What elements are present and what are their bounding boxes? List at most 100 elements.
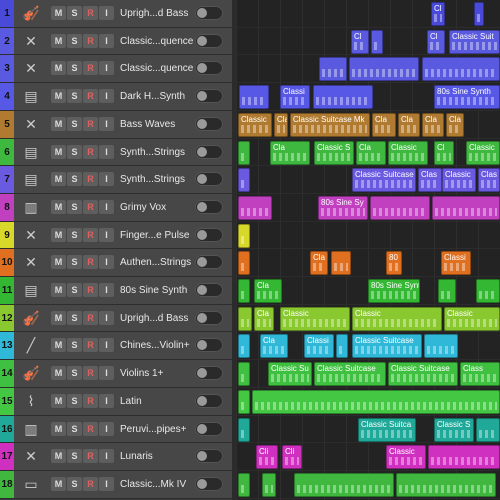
- record-enable-button[interactable]: R: [83, 477, 98, 491]
- track-on-off-toggle[interactable]: [195, 145, 223, 159]
- mute-button[interactable]: M: [51, 283, 66, 297]
- input-monitor-button[interactable]: I: [99, 6, 114, 20]
- midi-region[interactable]: [396, 473, 496, 497]
- midi-region[interactable]: Clas: [418, 168, 442, 192]
- midi-region[interactable]: Cla: [274, 113, 288, 137]
- track-header-row[interactable]: 1 🎻 M S R I Uprigh...d Bass: [0, 0, 232, 28]
- midi-region[interactable]: [238, 473, 250, 497]
- track-on-off-toggle[interactable]: [195, 228, 223, 242]
- midi-region[interactable]: [370, 196, 430, 220]
- track-on-off-toggle[interactable]: [195, 6, 223, 20]
- track-name[interactable]: Synth...Strings: [120, 166, 185, 193]
- midi-region[interactable]: [336, 334, 348, 358]
- mute-button[interactable]: M: [51, 449, 66, 463]
- midi-region[interactable]: Classic: [466, 141, 500, 165]
- solo-button[interactable]: S: [67, 117, 82, 131]
- midi-region[interactable]: Cli: [282, 445, 302, 469]
- midi-region[interactable]: [238, 196, 272, 220]
- record-enable-button[interactable]: R: [83, 283, 98, 297]
- midi-region[interactable]: [238, 251, 250, 275]
- track-header-row[interactable]: 18 ▭ M S R I Classic...Mk IV: [0, 471, 232, 499]
- solo-button[interactable]: S: [67, 422, 82, 436]
- record-enable-button[interactable]: R: [83, 61, 98, 75]
- mute-button[interactable]: M: [51, 200, 66, 214]
- midi-region[interactable]: [313, 85, 373, 109]
- midi-region[interactable]: Cl: [427, 30, 445, 54]
- midi-region[interactable]: Classic Suitca: [358, 418, 416, 442]
- midi-region[interactable]: Classic: [386, 445, 426, 469]
- midi-region[interactable]: [438, 279, 456, 303]
- solo-button[interactable]: S: [67, 449, 82, 463]
- midi-region[interactable]: [238, 168, 250, 192]
- track-name[interactable]: Latin: [120, 388, 142, 415]
- mute-button[interactable]: M: [51, 117, 66, 131]
- mute-button[interactable]: M: [51, 6, 66, 20]
- solo-button[interactable]: S: [67, 255, 82, 269]
- midi-region[interactable]: Classic S: [314, 141, 354, 165]
- record-enable-button[interactable]: R: [83, 422, 98, 436]
- midi-region[interactable]: [371, 30, 383, 54]
- record-enable-button[interactable]: R: [83, 172, 98, 186]
- track-name[interactable]: Finger...e Pulse: [120, 222, 189, 248]
- midi-region[interactable]: [262, 473, 276, 497]
- midi-region[interactable]: Classic Suitcase: [314, 362, 386, 386]
- track-on-off-toggle[interactable]: [195, 61, 223, 75]
- midi-region[interactable]: Classic: [280, 307, 350, 331]
- midi-region[interactable]: Cla: [356, 141, 386, 165]
- track-header-row[interactable]: 2 ✕ M S R I Classic...quence: [0, 28, 232, 55]
- solo-button[interactable]: S: [67, 283, 82, 297]
- mute-button[interactable]: M: [51, 338, 66, 352]
- track-header-row[interactable]: 12 🎻 M S R I Uprigh...d Bass: [0, 305, 232, 332]
- input-monitor-button[interactable]: I: [99, 394, 114, 408]
- midi-region[interactable]: Classi: [280, 85, 310, 109]
- midi-region[interactable]: Cli: [256, 445, 278, 469]
- solo-button[interactable]: S: [67, 200, 82, 214]
- midi-region[interactable]: [428, 445, 500, 469]
- track-name[interactable]: Lunaris: [120, 443, 153, 470]
- mute-button[interactable]: M: [51, 228, 66, 242]
- solo-button[interactable]: S: [67, 89, 82, 103]
- track-header-row[interactable]: 9 ✕ M S R I Finger...e Pulse: [0, 222, 232, 249]
- track-on-off-toggle[interactable]: [195, 366, 223, 380]
- solo-button[interactable]: S: [67, 172, 82, 186]
- midi-region[interactable]: [422, 57, 500, 81]
- midi-region[interactable]: [474, 2, 484, 26]
- midi-region[interactable]: [238, 279, 250, 303]
- arrange-area[interactable]: Cl Cl Cl Classic Suit Classi 80s Sine Synth Cl…: [236, 0, 500, 500]
- input-monitor-button[interactable]: I: [99, 422, 114, 436]
- midi-region[interactable]: [238, 390, 250, 414]
- track-on-off-toggle[interactable]: [195, 449, 223, 463]
- track-on-off-toggle[interactable]: [195, 255, 223, 269]
- track-header-row[interactable]: 11 ▤ M S R I 80s Sine Synth: [0, 277, 232, 305]
- mute-button[interactable]: M: [51, 34, 66, 48]
- track-on-off-toggle[interactable]: [195, 311, 223, 325]
- record-enable-button[interactable]: R: [83, 228, 98, 242]
- solo-button[interactable]: S: [67, 228, 82, 242]
- midi-region[interactable]: Classic Suitcase: [388, 362, 458, 386]
- track-on-off-toggle[interactable]: [195, 89, 223, 103]
- track-lane[interactable]: [236, 222, 500, 249]
- input-monitor-button[interactable]: I: [99, 449, 114, 463]
- midi-region[interactable]: Classic Suitcase: [352, 334, 422, 358]
- mute-button[interactable]: M: [51, 145, 66, 159]
- input-monitor-button[interactable]: I: [99, 200, 114, 214]
- track-name[interactable]: Uprigh...d Bass: [120, 0, 188, 27]
- record-enable-button[interactable]: R: [83, 394, 98, 408]
- midi-region[interactable]: Cla: [372, 113, 396, 137]
- record-enable-button[interactable]: R: [83, 117, 98, 131]
- midi-region[interactable]: Classic S: [434, 418, 474, 442]
- solo-button[interactable]: S: [67, 61, 82, 75]
- track-name[interactable]: Bass Waves: [120, 111, 175, 138]
- track-header-row[interactable]: 4 ▤ M S R I Dark H...Synth: [0, 83, 232, 111]
- midi-region[interactable]: Cl: [431, 2, 445, 26]
- track-name[interactable]: Classic...quence: [120, 55, 193, 82]
- midi-region[interactable]: Cla: [254, 279, 282, 303]
- record-enable-button[interactable]: R: [83, 255, 98, 269]
- midi-region[interactable]: Classi: [304, 334, 334, 358]
- input-monitor-button[interactable]: I: [99, 477, 114, 491]
- mute-button[interactable]: M: [51, 172, 66, 186]
- midi-region[interactable]: 80: [386, 251, 402, 275]
- midi-region[interactable]: 80s Sine Sy: [318, 196, 368, 220]
- solo-button[interactable]: S: [67, 34, 82, 48]
- mute-button[interactable]: M: [51, 477, 66, 491]
